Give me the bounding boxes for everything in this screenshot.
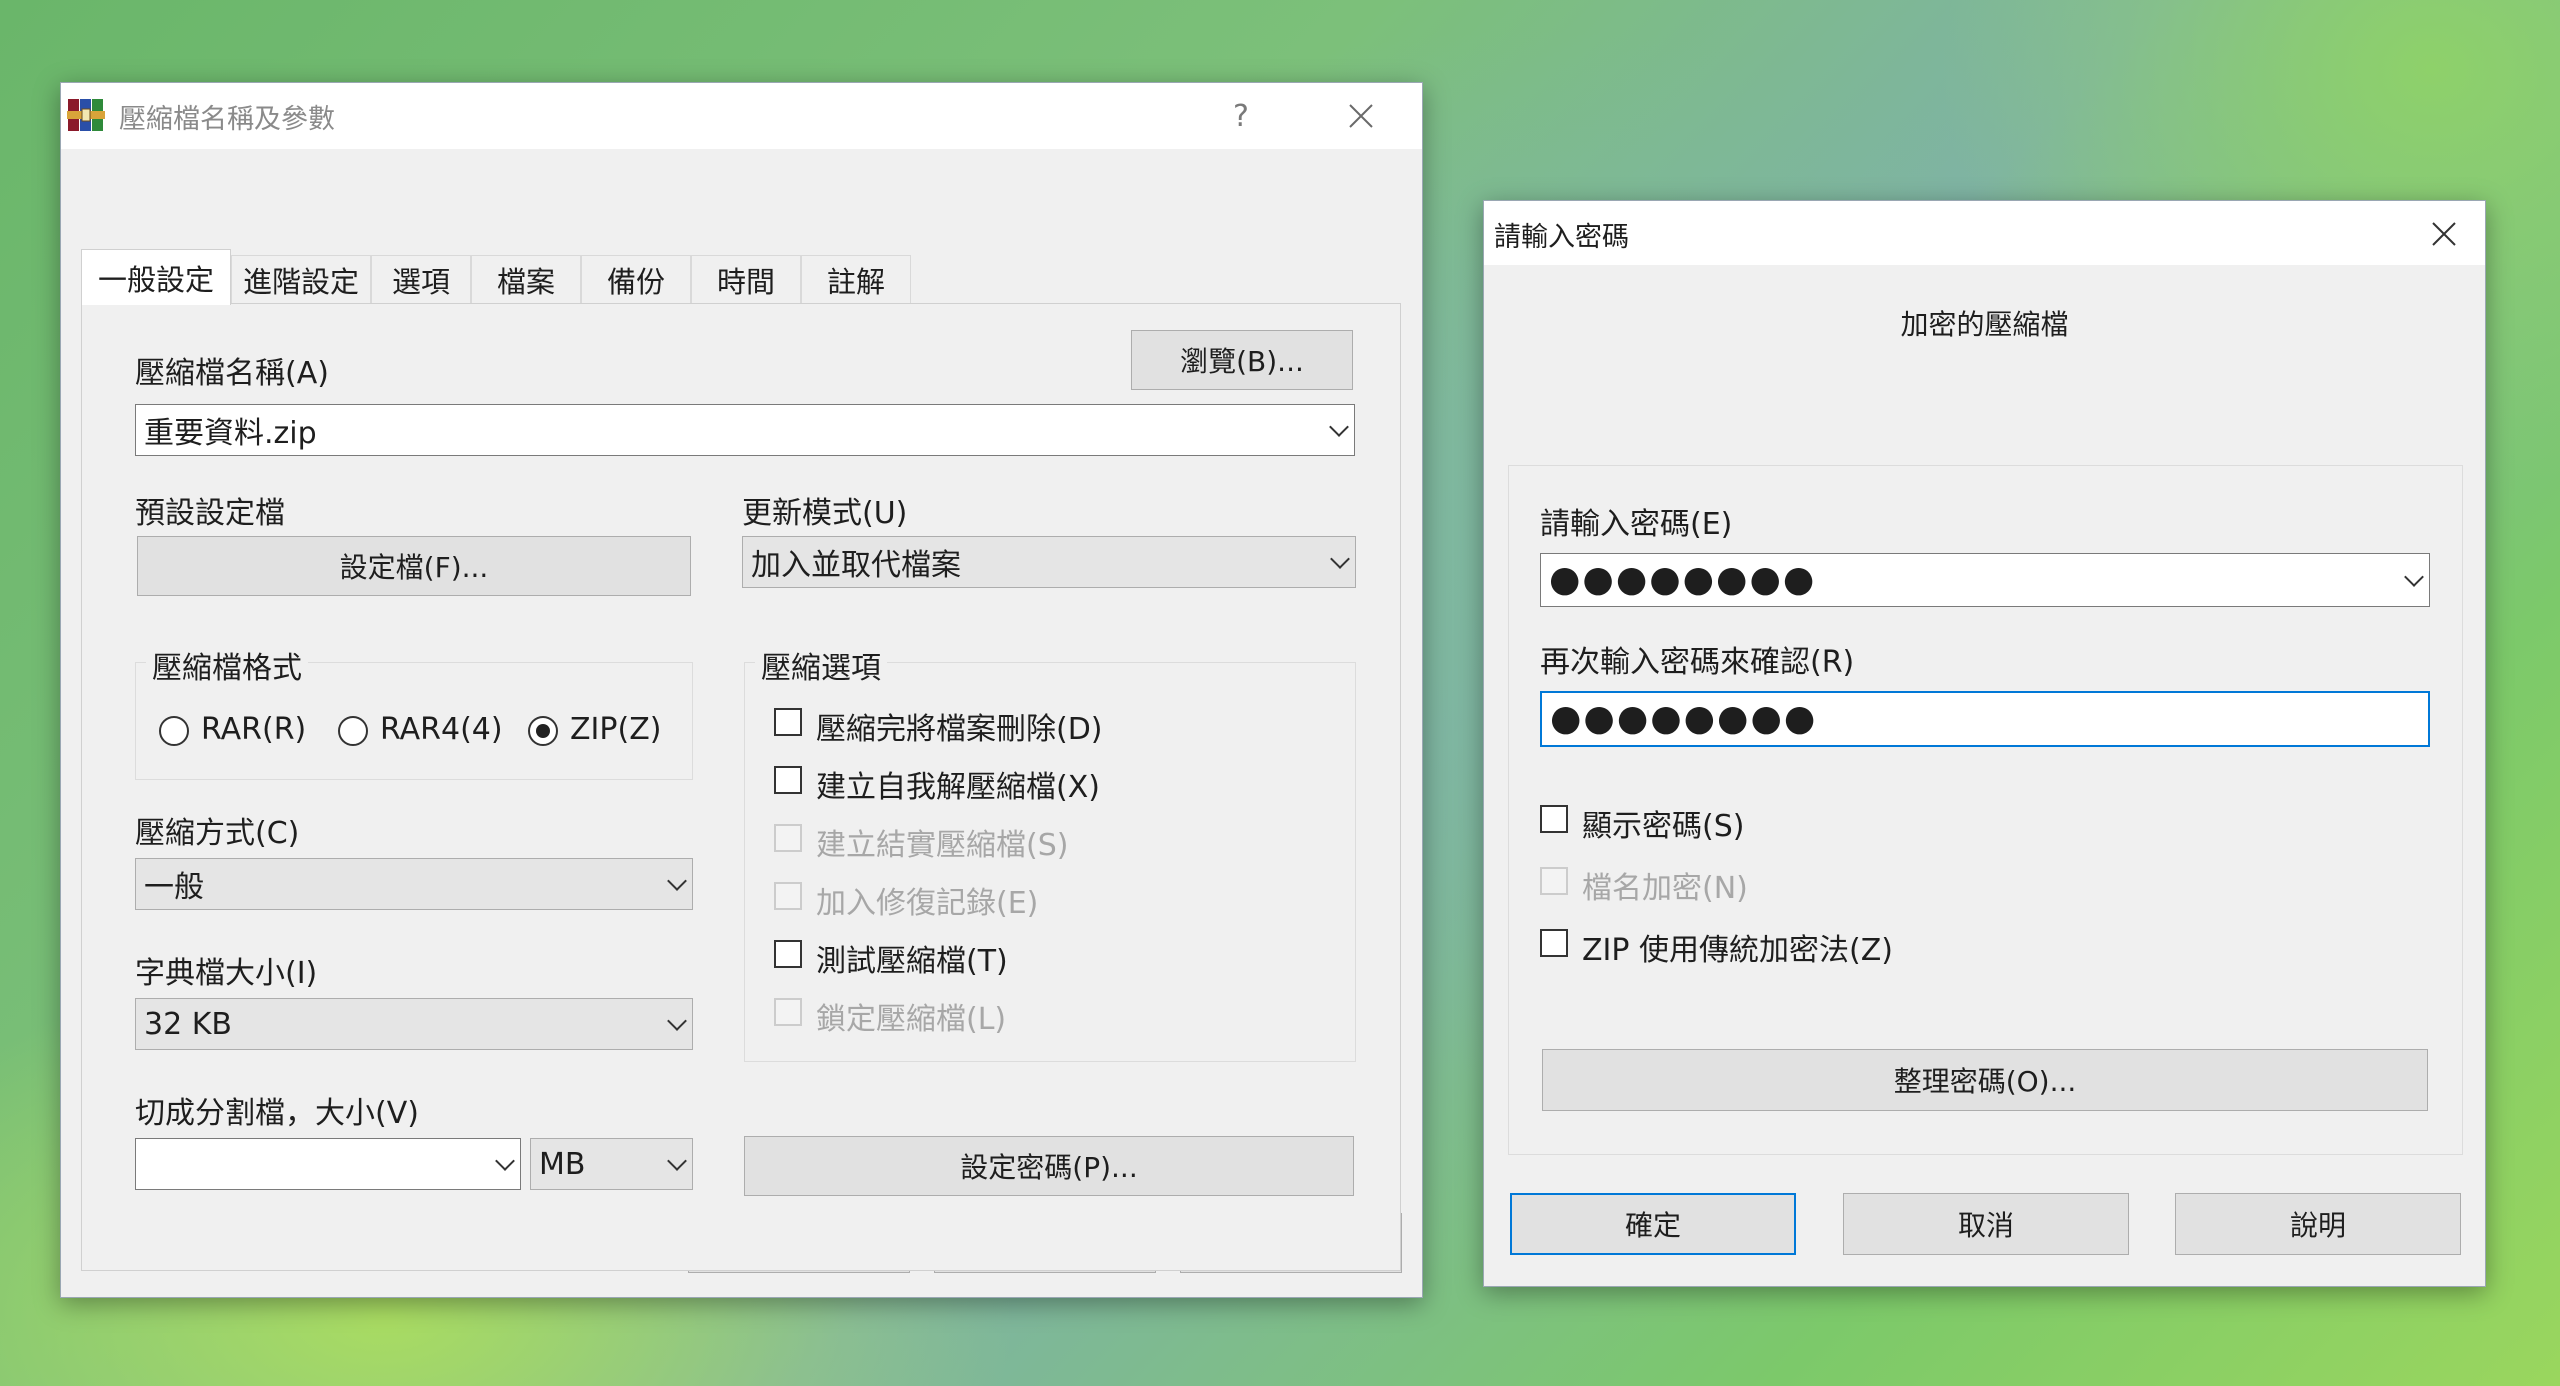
tab-advanced[interactable]: 進階設定 [231, 255, 371, 303]
chevron-down-icon[interactable] [495, 1151, 515, 1171]
checkbox-test[interactable] [774, 940, 802, 968]
method-value: 一般 [144, 870, 204, 905]
checkbox-lock [774, 998, 802, 1026]
checkbox-encrypt-names-label: 檔名加密(N) [1582, 871, 1748, 906]
chevron-down-icon[interactable] [1329, 417, 1349, 437]
radio-rar-label[interactable]: RAR(R) [201, 712, 306, 747]
update-mode-value: 加入並取代檔案 [751, 548, 961, 583]
archive-name-input[interactable]: 重要資料.zip [135, 404, 1355, 456]
cancel-button[interactable]: 取消 [1843, 1193, 2129, 1255]
split-size-input[interactable] [135, 1138, 521, 1190]
dialog-heading: 加密的壓縮檔 [1900, 308, 2069, 341]
checkbox-lock-label: 鎖定壓縮檔(L) [816, 1002, 1007, 1037]
close-icon[interactable] [1331, 91, 1391, 141]
archive-name-label: 壓縮檔名稱(A) [135, 356, 329, 391]
window-title: 請輸入密碼 [1494, 222, 1629, 253]
dict-size-label: 字典檔大小(I) [135, 956, 318, 991]
format-group-title: 壓縮檔格式 [146, 643, 308, 687]
confirm-password-label: 再次輸入密碼來確認(R) [1540, 645, 1855, 680]
profile-button[interactable]: 設定檔(F)... [137, 536, 691, 596]
update-mode-select[interactable]: 加入並取代檔案 [742, 536, 1356, 588]
winrar-app-icon [67, 97, 105, 133]
split-size-label: 切成分割檔，大小(V) [135, 1096, 419, 1131]
password-dialog: 請輸入密碼 加密的壓縮檔 請輸入密碼(E) ●●●●●●●● 再次輸入密碼來確認… [1483, 200, 2486, 1287]
tab-panel: 壓縮檔名稱(A) 瀏覽(B)... 重要資料.zip 預設設定檔 設定檔(F).… [81, 303, 1401, 1271]
split-unit-value: MB [539, 1146, 586, 1182]
checkbox-zip-legacy-label[interactable]: ZIP 使用傳統加密法(Z) [1582, 925, 1893, 969]
radio-zip-label[interactable]: ZIP(Z) [570, 712, 661, 747]
set-password-button[interactable]: 設定密碼(P)... [744, 1136, 1354, 1196]
confirm-password-value: ●●●●●●●● [1550, 698, 1818, 739]
profile-label: 預設設定檔 [135, 496, 285, 531]
checkbox-solid-label: 建立結實壓縮檔(S) [816, 828, 1069, 863]
help-button[interactable]: 說明 [2175, 1193, 2461, 1255]
method-select[interactable]: 一般 [135, 858, 693, 910]
window-title: 壓縮檔名稱及參數 [119, 104, 335, 135]
chevron-down-icon[interactable] [667, 871, 687, 891]
dict-size-value: 32 KB [144, 1006, 232, 1042]
chevron-down-icon[interactable] [2404, 567, 2424, 587]
radio-rar[interactable] [159, 716, 189, 746]
checkbox-show-password[interactable] [1540, 805, 1568, 833]
chevron-down-icon[interactable] [667, 1011, 687, 1031]
password-input[interactable]: ●●●●●●●● [1540, 553, 2430, 607]
dict-size-select[interactable]: 32 KB [135, 998, 693, 1050]
checkbox-delete-after[interactable] [774, 708, 802, 736]
title-bar: 請輸入密碼 [1484, 201, 2485, 265]
radio-selected-dot [536, 724, 550, 738]
checkbox-sfx[interactable] [774, 766, 802, 794]
tab-time[interactable]: 時間 [691, 255, 801, 303]
radio-rar4[interactable] [338, 716, 368, 746]
checkbox-zip-legacy[interactable] [1540, 929, 1568, 957]
checkbox-sfx-label[interactable]: 建立自我解壓縮檔(X) [816, 762, 1100, 806]
chevron-down-icon[interactable] [1330, 549, 1350, 569]
close-icon[interactable] [2414, 209, 2474, 259]
browse-button[interactable]: 瀏覽(B)... [1131, 330, 1353, 390]
confirm-password-input[interactable]: ●●●●●●●● [1540, 691, 2430, 747]
tab-comment[interactable]: 註解 [801, 255, 911, 303]
organize-passwords-button[interactable]: 整理密碼(O)... [1542, 1049, 2428, 1111]
password-value: ●●●●●●●● [1549, 559, 1817, 600]
chevron-down-icon[interactable] [667, 1151, 687, 1171]
split-unit-select[interactable]: MB [530, 1138, 693, 1190]
options-group-title: 壓縮選項 [755, 643, 887, 687]
checkbox-show-password-label[interactable]: 顯示密碼(S) [1582, 801, 1744, 845]
title-bar: 壓縮檔名稱及參數 ? [61, 83, 1422, 149]
checkbox-delete-after-label[interactable]: 壓縮完將檔案刪除(D) [816, 704, 1103, 748]
update-mode-label: 更新模式(U) [742, 496, 908, 531]
password-label: 請輸入密碼(E) [1540, 507, 1733, 542]
checkbox-recovery-label: 加入修復記錄(E) [816, 886, 1039, 921]
ok-button[interactable]: 確定 [1510, 1193, 1796, 1255]
method-label: 壓縮方式(C) [135, 816, 300, 851]
checkbox-encrypt-names [1540, 867, 1568, 895]
tab-files[interactable]: 檔案 [471, 255, 581, 303]
checkbox-solid [774, 824, 802, 852]
radio-rar4-label[interactable]: RAR4(4) [380, 712, 503, 747]
help-icon[interactable]: ? [1211, 91, 1271, 141]
archive-options-dialog: 壓縮檔名稱及參數 ? 一般設定 進階設定 選項 檔案 備份 時間 註解 壓縮檔名… [60, 82, 1423, 1298]
archive-name-value: 重要資料.zip [144, 416, 317, 451]
tab-options[interactable]: 選項 [371, 255, 471, 303]
tab-backup[interactable]: 備份 [581, 255, 691, 303]
checkbox-recovery [774, 882, 802, 910]
tab-general[interactable]: 一般設定 [81, 249, 231, 305]
radio-zip[interactable] [528, 716, 558, 746]
checkbox-test-label[interactable]: 測試壓縮檔(T) [816, 936, 1008, 980]
